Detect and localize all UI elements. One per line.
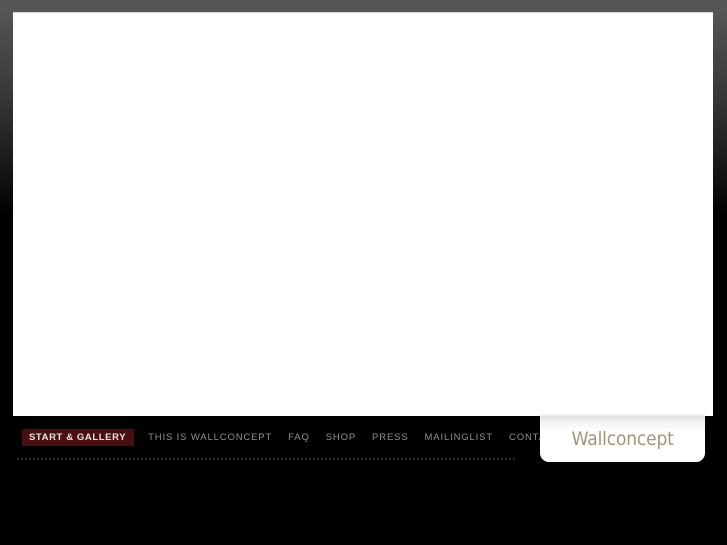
bottom-navigation-bar: START & GALLERY THIS IS WALLCONCEPT FAQ … <box>0 416 727 545</box>
nav-dotted-divider <box>17 458 515 460</box>
nav-item-start-gallery[interactable]: START & GALLERY <box>22 429 135 446</box>
site-logo-text: Wallconcept <box>571 428 674 450</box>
top-bar <box>0 0 727 12</box>
nav-item-shop[interactable]: SHOP <box>326 429 356 446</box>
nav-item-press[interactable]: PRESS <box>372 429 408 446</box>
nav-item-this-is-wallconcept[interactable]: THIS IS WALLCONCEPT <box>148 429 272 446</box>
gallery-canvas[interactable] <box>13 13 713 416</box>
nav-item-faq[interactable]: FAQ <box>288 429 310 446</box>
main-navigation: START & GALLERY THIS IS WALLCONCEPT FAQ … <box>22 429 576 446</box>
logo-tab[interactable]: Wallconcept <box>540 416 705 462</box>
page-root: START & GALLERY THIS IS WALLCONCEPT FAQ … <box>0 0 727 545</box>
content-stage <box>13 12 713 416</box>
nav-item-mailinglist[interactable]: MAILINGLIST <box>425 429 493 446</box>
